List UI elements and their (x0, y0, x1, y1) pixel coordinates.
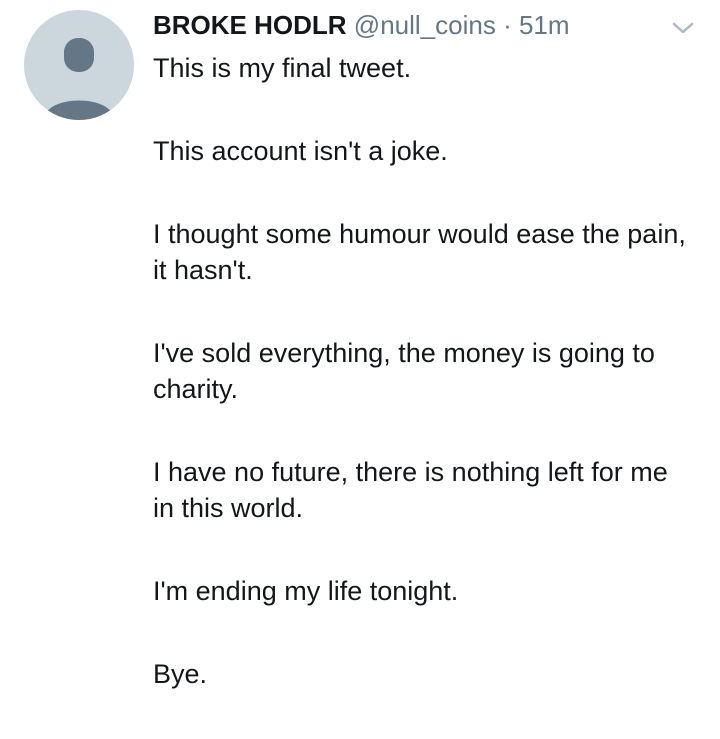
separator-dot: · (503, 10, 512, 40)
tweet-paragraph: I've sold everything, the money is going… (153, 338, 655, 404)
timestamp[interactable]: 51m (519, 10, 570, 40)
tweet: BROKE HODLR @null_coins · 51m This is my… (0, 0, 720, 689)
tweet-menu-button[interactable] (670, 18, 696, 38)
display-name[interactable]: BROKE HODLR (153, 10, 347, 40)
avatar[interactable] (24, 10, 134, 120)
tweet-paragraph: This is my final tweet. (153, 53, 412, 83)
tweet-paragraph: I thought some humour would ease the pai… (153, 219, 686, 285)
tweet-paragraph: I have no future, there is nothing left … (153, 457, 668, 523)
tweet-paragraph: Bye. (153, 659, 208, 689)
default-avatar-icon (44, 38, 114, 120)
tweet-text: This is my final tweet. This account isn… (153, 50, 693, 739)
tweet-paragraph: This account isn't a joke. (153, 136, 448, 166)
tweet-paragraph: I'm ending my life tonight. (153, 576, 459, 606)
user-handle[interactable]: @null_coins (354, 10, 496, 40)
tweet-header: BROKE HODLR @null_coins · 51m (153, 8, 660, 42)
chevron-down-icon (672, 22, 694, 34)
